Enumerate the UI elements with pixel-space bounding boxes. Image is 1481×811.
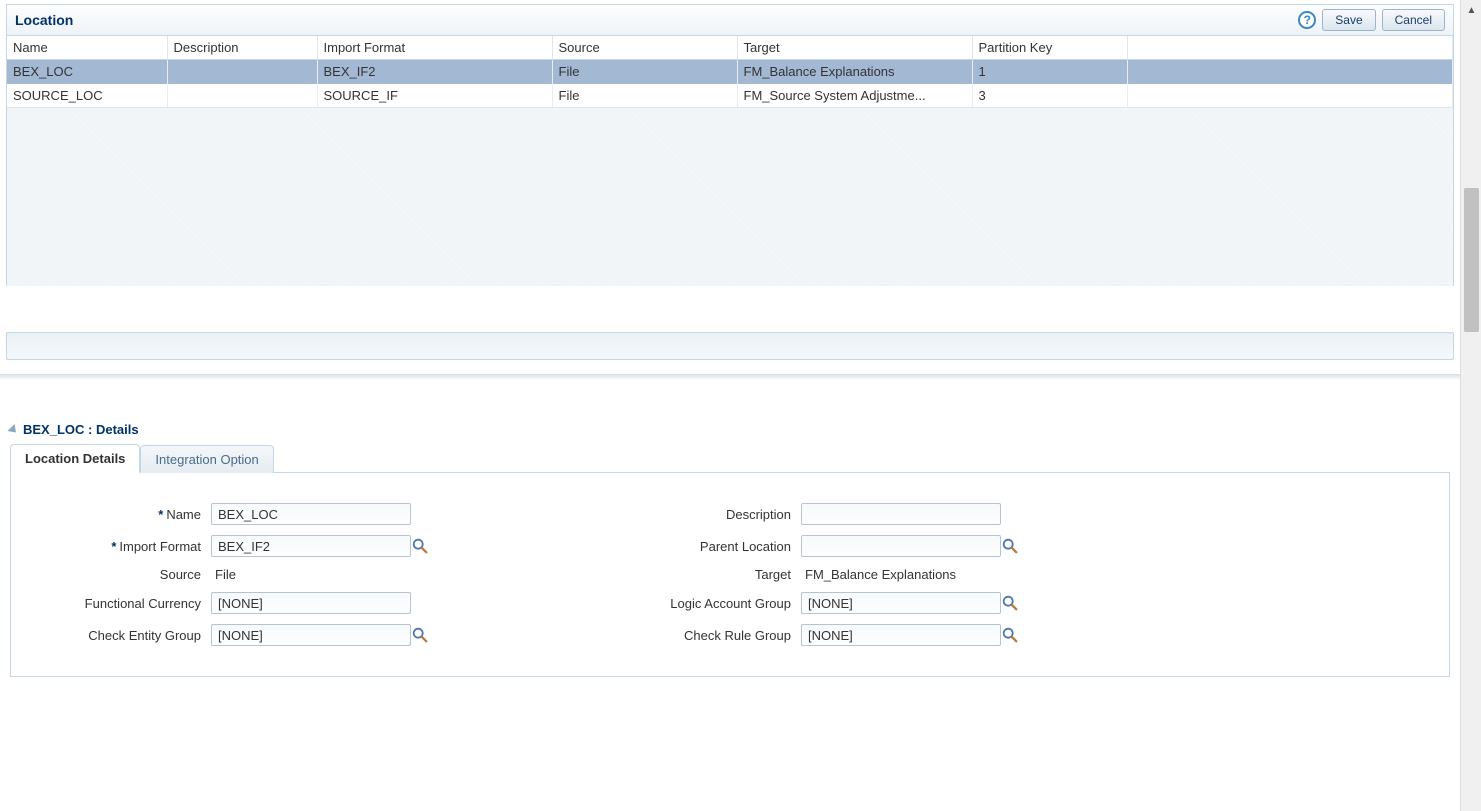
search-icon[interactable]	[411, 537, 441, 555]
title-bar: Location ? Save Cancel	[6, 4, 1454, 36]
search-icon[interactable]	[1001, 537, 1031, 555]
save-button[interactable]: Save	[1322, 9, 1375, 31]
table-row[interactable]: SOURCE_LOC SOURCE_IF File FM_Source Syst…	[7, 84, 1453, 108]
import-format-label: *Import Format	[31, 539, 211, 554]
cell-target: FM_Balance Explanations	[737, 60, 972, 84]
target-label: Target	[501, 567, 801, 582]
search-icon[interactable]	[1001, 626, 1031, 644]
location-table: Name Description Import Format Source Ta…	[7, 36, 1453, 108]
col-spacer	[1127, 36, 1453, 60]
col-partition-key[interactable]: Partition Key	[972, 36, 1127, 60]
parent-location-label: Parent Location	[501, 539, 801, 554]
cell-name: BEX_LOC	[7, 60, 167, 84]
import-format-field[interactable]	[211, 535, 411, 557]
location-table-container: Name Description Import Format Source Ta…	[6, 36, 1454, 286]
check-rule-group-label: Check Rule Group	[501, 628, 801, 643]
description-label: Description	[501, 507, 801, 522]
search-icon[interactable]	[1001, 594, 1031, 612]
description-field[interactable]	[801, 503, 1001, 525]
search-icon[interactable]	[411, 626, 441, 644]
cell-source: File	[552, 84, 737, 108]
form-right-column: Description Parent Location Target FM_Ba…	[501, 503, 1031, 646]
page-title: Location	[15, 12, 73, 28]
vertical-scrollbar[interactable]: ▲	[1460, 0, 1481, 811]
form-left-column: *Name *Import Format Source File Functio…	[31, 503, 441, 646]
parent-location-field[interactable]	[801, 535, 1001, 557]
functional-currency-label: Functional Currency	[31, 596, 211, 611]
disclosure-triangle-icon[interactable]	[7, 423, 19, 435]
cell-import-format: BEX_IF2	[317, 60, 552, 84]
target-value: FM_Balance Explanations	[801, 567, 1001, 582]
cell-description	[167, 60, 317, 84]
name-field[interactable]	[211, 503, 411, 525]
details-header: BEX_LOC : Details	[0, 416, 1460, 443]
tab-strip: Location Details Integration Option	[10, 443, 1450, 473]
col-name[interactable]: Name	[7, 36, 167, 60]
cancel-button[interactable]: Cancel	[1382, 9, 1445, 31]
cell-source: File	[552, 60, 737, 84]
tab-location-details[interactable]: Location Details	[10, 444, 140, 473]
cell-name: SOURCE_LOC	[7, 84, 167, 108]
logic-account-group-field[interactable]	[801, 592, 1001, 614]
logic-account-group-label: Logic Account Group	[501, 596, 801, 611]
source-label: Source	[31, 567, 211, 582]
chevron-up-icon[interactable]: ▲	[1461, 0, 1481, 20]
table-header-row: Name Description Import Format Source Ta…	[7, 36, 1453, 60]
check-rule-group-field[interactable]	[801, 624, 1001, 646]
col-source[interactable]: Source	[552, 36, 737, 60]
col-target[interactable]: Target	[737, 36, 972, 60]
cell-target: FM_Source System Adjustme...	[737, 84, 972, 108]
help-icon[interactable]: ?	[1298, 11, 1316, 29]
col-import-format[interactable]: Import Format	[317, 36, 552, 60]
tab-integration-option[interactable]: Integration Option	[140, 445, 273, 473]
details-title: BEX_LOC : Details	[23, 422, 139, 437]
cell-partition-key: 1	[972, 60, 1127, 84]
col-description[interactable]: Description	[167, 36, 317, 60]
source-value: File	[211, 567, 411, 582]
cell-description	[167, 84, 317, 108]
table-row[interactable]: BEX_LOC BEX_IF2 File FM_Balance Explanat…	[7, 60, 1453, 84]
tab-content: *Name *Import Format Source File Functio…	[10, 473, 1450, 677]
scroll-thumb[interactable]	[1464, 188, 1479, 332]
cell-import-format: SOURCE_IF	[317, 84, 552, 108]
functional-currency-field[interactable]	[211, 592, 411, 614]
blank-status-bar	[6, 332, 1454, 360]
name-label: *Name	[31, 507, 211, 522]
check-entity-group-field[interactable]	[211, 624, 411, 646]
check-entity-group-label: Check Entity Group	[31, 628, 211, 643]
cell-partition-key: 3	[972, 84, 1127, 108]
